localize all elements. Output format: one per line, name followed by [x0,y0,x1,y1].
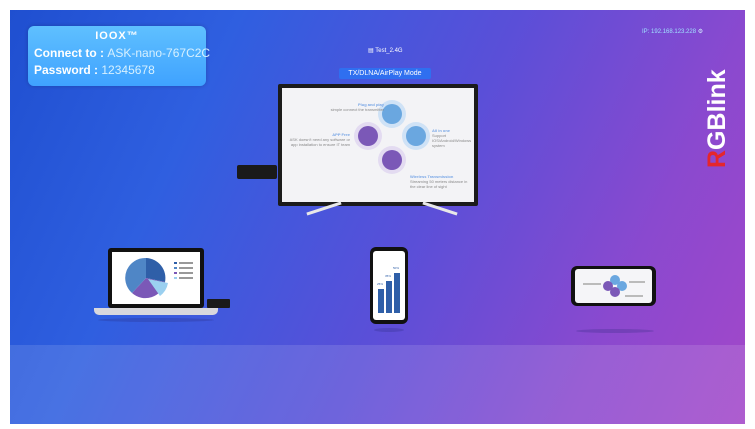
laptop-shadow [98,318,214,322]
feature-wireless-text: Streaming 50 meters distance in the clea… [410,179,468,189]
phone-landscape-shadow [576,329,654,333]
laptop-base [94,308,218,315]
mode-badge: TX/DLNA/AirPlay Mode [339,68,431,79]
feature-plug-text: simple connect the transmitter [330,107,384,112]
tv-screen: Plug and play simple connect the transmi… [282,88,474,202]
feature-app-text: ASK doesn't need any software or app ins… [289,137,350,147]
screen: IOOX™ Connect to : ASK-nano-767C2C Passw… [10,10,745,424]
brand-link: link [703,69,731,112]
tv-illustration: Plug and play simple connect the transmi… [278,84,478,206]
connect-to-value: ASK-nano-767C2C [107,46,211,60]
laptop-illustration [108,248,204,308]
feature-allinone: All in one Support IOS/Android/Windows s… [432,128,474,148]
wifi-name: Test_2.4G [375,48,403,54]
password-value: 12345678 [101,63,155,77]
phone-landscape-screen [575,269,652,303]
password-line: Password : 12345678 [34,63,155,77]
pie-chart-graphic [125,257,193,299]
gear-icon [406,126,426,146]
phone-landscape-illustration [571,266,656,306]
mini-feature-diagram [583,275,645,297]
laptop-screen [112,252,200,304]
settings-gear-icon[interactable]: ⚙ [698,29,703,35]
hdmi-dongle [237,165,277,179]
connect-to-label: Connect to : [34,46,104,60]
bar-label-1: 25% [377,282,384,286]
brand-g: G [703,130,731,149]
phone-portrait-illustration: 25% 35% 50% [370,247,408,324]
laptop-dongle [207,299,230,308]
diamond-icon [358,126,378,146]
monitor-icon [382,150,402,170]
feature-allinone-text: Support IOS/Android/Windows system [432,133,472,148]
brand-r: R [703,150,731,168]
brand-b: B [703,112,731,130]
connection-info-panel: IOOX™ Connect to : ASK-nano-767C2C Passw… [28,26,210,86]
svg-text:RGBlink: RGBlink [703,69,731,168]
ip-value: 192.168.123.228 [651,29,697,35]
ip-label: IP: [642,29,650,35]
wifi-icon: ▤ [368,48,374,54]
phone-portrait-shadow [374,328,404,332]
feature-plug: Plug and play simple connect the transmi… [314,102,384,112]
rgblink-logo: RGBlink [703,69,731,168]
feature-wireless: Wireless Transmission Streaming 50 meter… [410,174,474,189]
feature-app: APP Free ASK doesn't need any software o… [288,132,350,147]
connect-to-line: Connect to : ASK-nano-767C2C [34,46,210,60]
ip-address: IP: 192.168.123.228 ⚙ [642,28,703,35]
ioox-logo: IOOX™ [95,30,139,42]
plug-icon [382,104,402,124]
password-label: Password : [34,63,99,77]
wifi-indicator: ▤ Test_2.4G [368,47,403,54]
bar-label-2: 35% [385,274,392,278]
bar-label-3: 50% [393,266,400,270]
phone-portrait-screen: 25% 35% 50% [373,251,405,320]
